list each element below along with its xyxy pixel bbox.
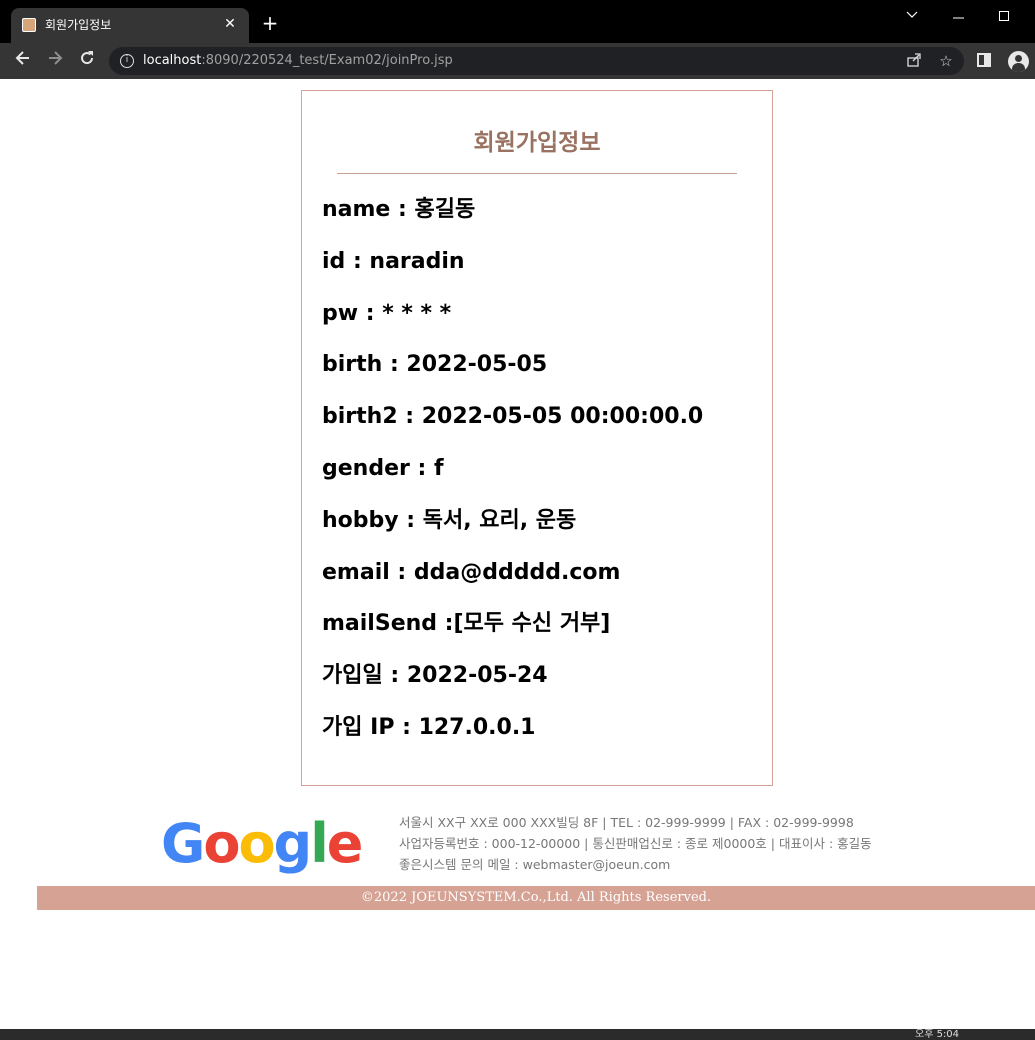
new-tab-button[interactable]: + [260, 13, 280, 33]
title-divider [337, 173, 737, 174]
footer: Google 서울시 XX구 XX로 000 XXX빌딩 8F | TEL : … [37, 806, 1035, 916]
minimize-button[interactable] [935, 4, 981, 28]
field-pw: pw : * * * * [322, 300, 452, 326]
footer-contact-line: 좋은시스템 문의 메일 : webmaster@joeun.com [399, 857, 671, 872]
page-viewport: 회원가입정보 name : 홍길동 id : naradin pw : * * … [0, 79, 1035, 1029]
back-icon[interactable] [11, 49, 35, 73]
profile-icon[interactable] [1008, 51, 1029, 72]
field-birth: birth : 2022-05-05 [322, 352, 548, 378]
info-icon[interactable]: i [120, 54, 134, 68]
field-join-date: 가입일 : 2022-05-24 [322, 663, 548, 689]
address-bar[interactable]: i localhost:8090/220524_test/Exam02/join… [109, 47, 964, 75]
footer-business-line: 사업자등록번호 : 000-12-00000 | 통신판매업신로 : 종로 제0… [399, 836, 872, 851]
page-title: 회원가입정보 [473, 130, 601, 156]
field-mailsend: mailSend :[모두 수신 거부] [322, 611, 611, 637]
share-icon[interactable] [905, 52, 923, 70]
url-text[interactable]: localhost:8090/220524_test/Exam02/joinPr… [143, 53, 453, 68]
favicon-icon [22, 18, 36, 32]
field-list: name : 홍길동 id : naradin pw : * * * * bir… [322, 196, 762, 766]
forward-icon[interactable] [43, 49, 67, 73]
os-taskbar: 오후 5:04 [0, 1029, 1035, 1040]
tab-search-chevron-icon[interactable] [889, 4, 935, 28]
star-icon[interactable]: ☆ [937, 52, 955, 70]
tab-title: 회원가입정보 [45, 18, 112, 32]
taskbar-clock: 오후 5:04 [915, 1029, 960, 1040]
browser-toolbar: i localhost:8090/220524_test/Exam02/join… [0, 43, 1035, 79]
field-name: name : 홍길동 [322, 197, 476, 222]
close-tab-icon[interactable]: ✕ [221, 15, 239, 33]
field-gender: gender : f [322, 455, 444, 481]
browser-tab-bar: 회원가입정보 ✕ + [0, 0, 1035, 43]
field-hobby: hobby : 독서, 요리, 운동 [322, 507, 577, 533]
google-logo: Google [161, 812, 363, 875]
copyright-bar: ©2022 JOEUNSYSTEM.Co.,Ltd. All Rights Re… [37, 886, 1035, 910]
field-join-ip: 가입 IP : 127.0.0.1 [322, 714, 536, 740]
side-panel-icon[interactable] [977, 53, 991, 67]
field-email: email : dda@ddddd.com [322, 559, 621, 585]
field-birth2: birth2 : 2022-05-05 00:00:00.0 [322, 404, 704, 430]
footer-company-info: 서울시 XX구 XX로 000 XXX빌딩 8F | TEL : 02-999-… [399, 812, 872, 875]
footer-address-line: 서울시 XX구 XX로 000 XXX빌딩 8F | TEL : 02-999-… [399, 815, 854, 830]
field-id: id : naradin [322, 248, 465, 274]
browser-tab[interactable]: 회원가입정보 ✕ [11, 8, 249, 43]
maximize-button[interactable] [981, 4, 1027, 28]
join-info-box: 회원가입정보 name : 홍길동 id : naradin pw : * * … [301, 90, 773, 786]
reload-icon[interactable] [75, 49, 99, 73]
